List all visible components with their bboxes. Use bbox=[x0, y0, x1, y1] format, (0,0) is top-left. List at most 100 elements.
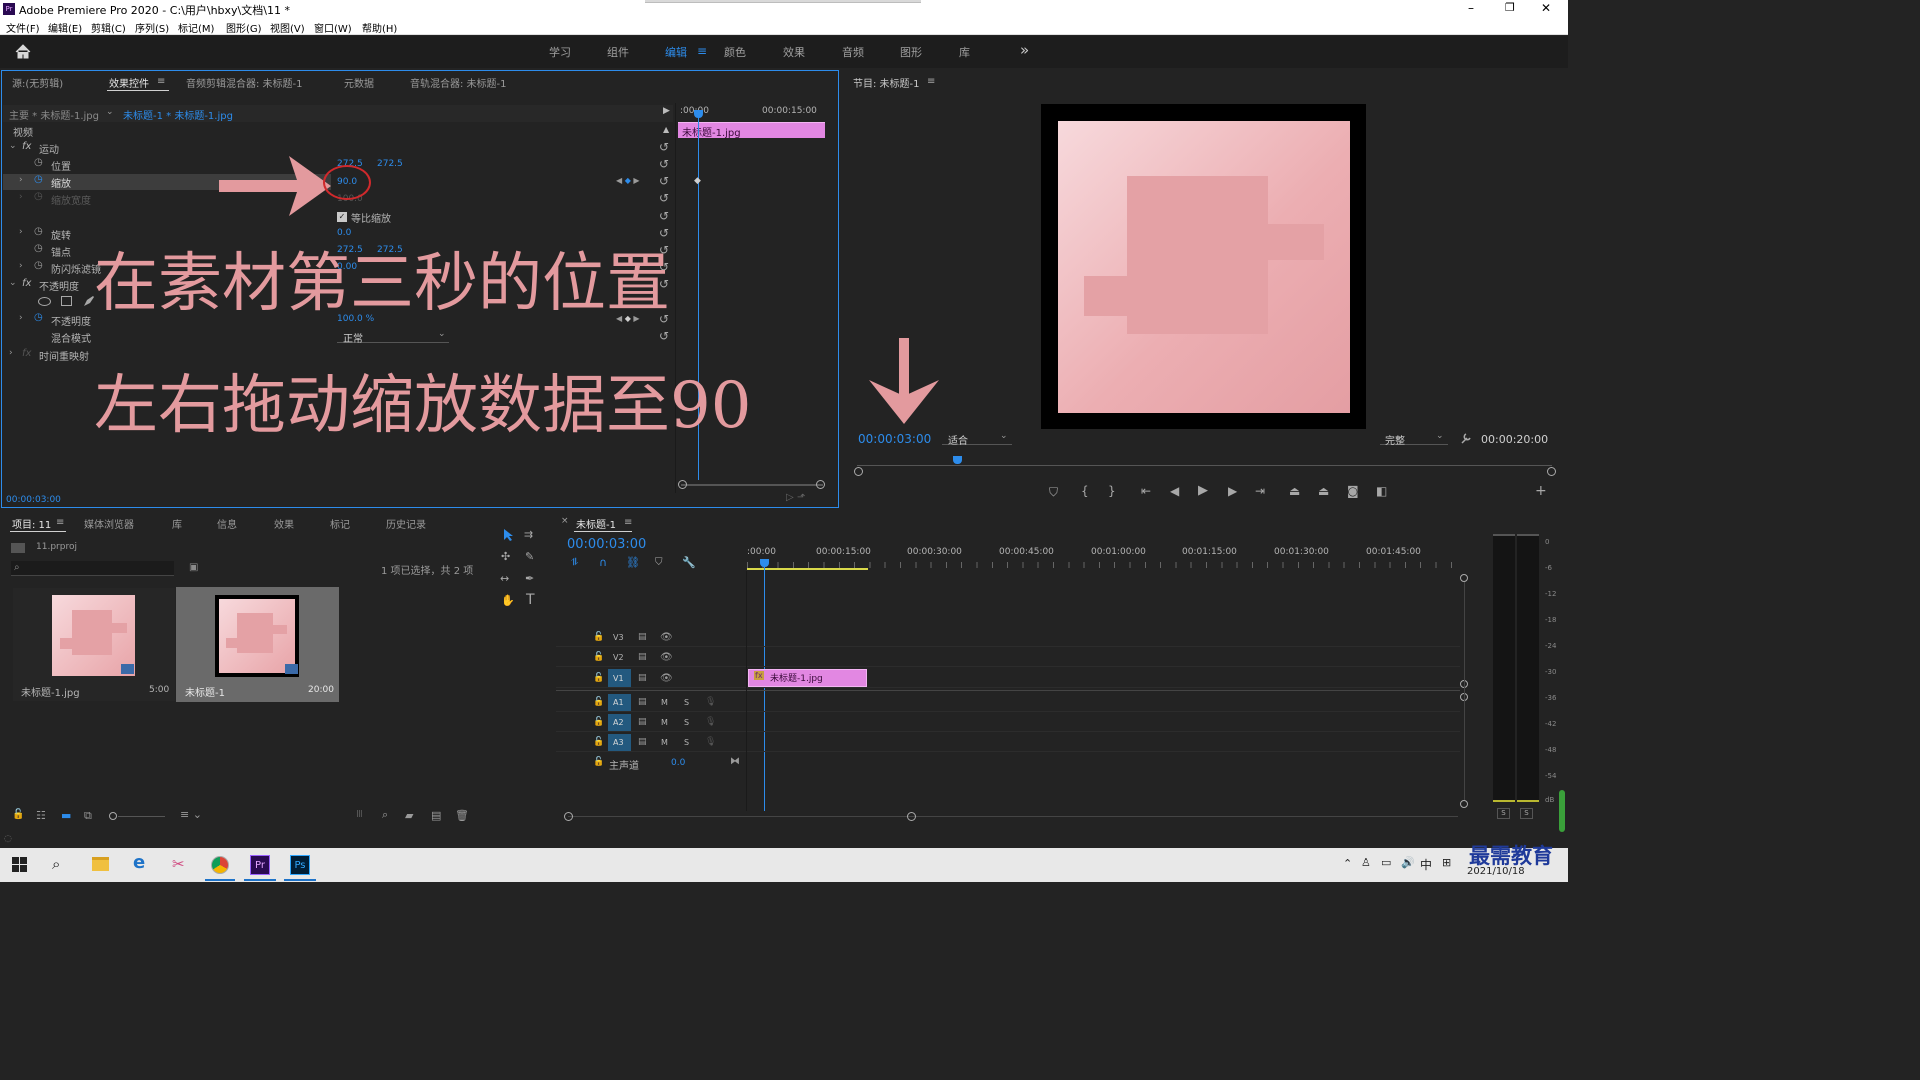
file-explorer-icon[interactable] bbox=[92, 857, 109, 871]
type-tool-icon[interactable]: T bbox=[526, 592, 535, 608]
ec-playhead-handle[interactable] bbox=[694, 110, 703, 118]
lift-icon[interactable]: ⏏ bbox=[1289, 484, 1300, 498]
uniform-scale-checkbox[interactable]: ✓ bbox=[337, 212, 347, 222]
rotation-value[interactable]: 0.0 bbox=[337, 228, 351, 238]
menu-window[interactable]: 窗口(W) bbox=[314, 20, 352, 35]
step-forward-icon[interactable]: ▶ bbox=[1228, 484, 1237, 498]
v3-sync-icon[interactable]: ▤ bbox=[638, 632, 647, 642]
a2-label[interactable]: A2 bbox=[613, 718, 624, 727]
linked-selection-icon[interactable]: ⛓ bbox=[626, 556, 640, 569]
stopwatch-position-icon[interactable]: ◷ bbox=[34, 157, 43, 168]
comparison-view-icon[interactable]: ◧ bbox=[1376, 484, 1387, 498]
new-search-bin-icon[interactable]: ▣ bbox=[189, 562, 198, 573]
slip-tool-icon[interactable]: ↔ bbox=[500, 572, 509, 585]
close-button[interactable]: ✕ bbox=[1541, 1, 1551, 15]
tab-effect-controls-menu-icon[interactable]: ≡ bbox=[157, 75, 165, 89]
tab-effect-controls[interactable]: 效果控件 bbox=[109, 75, 149, 90]
tray-keyboard-icon[interactable]: ⊞ bbox=[1442, 856, 1451, 869]
workspace-more-button[interactable]: » bbox=[1020, 41, 1029, 59]
tab-media-browser[interactable]: 媒体浏览器 bbox=[84, 516, 134, 531]
reset-scale-icon[interactable]: ↺ bbox=[659, 174, 669, 188]
position-y-value[interactable]: 272.5 bbox=[377, 159, 403, 169]
a3-mic-icon[interactable]: 🎙 bbox=[705, 737, 716, 747]
v2-eye-icon[interactable]: 👁 bbox=[660, 652, 673, 663]
timeline-playhead-line[interactable] bbox=[764, 567, 765, 811]
v1-sync-icon[interactable]: ▤ bbox=[638, 673, 647, 683]
scroll-up-icon[interactable]: ▲ bbox=[663, 125, 669, 134]
a1-mute[interactable]: M bbox=[661, 698, 668, 707]
reset-uniform-icon[interactable]: ↺ bbox=[659, 209, 669, 223]
a2-sync-icon[interactable]: ▤ bbox=[638, 717, 647, 727]
reset-position-icon[interactable]: ↺ bbox=[659, 157, 669, 171]
workspace-menu-icon[interactable]: ≡ bbox=[697, 44, 707, 58]
v2-lock-icon[interactable]: 🔓 bbox=[593, 652, 604, 662]
tab-audio-track-mixer[interactable]: 音轨混合器: 未标题-1 bbox=[410, 75, 507, 90]
timeline-menu-icon[interactable]: ≡ bbox=[624, 516, 632, 530]
fx-opacity-badge-icon[interactable]: fx bbox=[22, 278, 31, 289]
opacity-group-expander-icon[interactable]: ⌄ bbox=[9, 278, 17, 288]
tab-audio-clip-mixer[interactable]: 音频剪辑混合器: 未标题-1 bbox=[186, 75, 303, 90]
new-item-icon[interactable]: ▤ bbox=[431, 809, 441, 822]
work-area-bar[interactable] bbox=[747, 568, 868, 570]
razor-tool-icon[interactable]: ✎ bbox=[525, 550, 534, 563]
timeline-vscroll-track[interactable] bbox=[1464, 582, 1465, 800]
a3-lock-icon[interactable]: 🔓 bbox=[593, 737, 604, 747]
minimize-button[interactable]: – bbox=[1468, 1, 1474, 15]
home-icon[interactable] bbox=[15, 44, 31, 59]
program-scrub-bar[interactable] bbox=[857, 465, 1552, 466]
play-clip-arrow-icon[interactable]: ▶ bbox=[663, 106, 670, 116]
keyframe-diamond-icon[interactable]: ◆ bbox=[694, 176, 701, 186]
menu-graphics[interactable]: 图形(G) bbox=[226, 20, 262, 35]
workspace-libraries[interactable]: 库 bbox=[959, 44, 970, 60]
mark-out-icon[interactable]: } bbox=[1108, 484, 1116, 498]
workspace-effects[interactable]: 效果 bbox=[783, 44, 805, 60]
stopwatch-opacity-icon[interactable]: ◷ bbox=[34, 312, 43, 323]
list-view-icon[interactable]: ☷ bbox=[36, 809, 46, 822]
a1-sync-icon[interactable]: ▤ bbox=[638, 697, 647, 707]
tray-ime-label[interactable]: 中 bbox=[1420, 856, 1432, 873]
go-to-out-icon[interactable]: ⇥ bbox=[1255, 484, 1265, 498]
pen-tool-icon[interactable]: ✒ bbox=[525, 572, 534, 585]
master-end-icon[interactable]: ⧓ bbox=[730, 756, 740, 767]
motion-expander-icon[interactable]: ⌄ bbox=[9, 141, 17, 151]
tab-source[interactable]: 源:(无剪辑) bbox=[12, 75, 63, 90]
program-playhead[interactable] bbox=[953, 456, 962, 464]
menu-help[interactable]: 帮助(H) bbox=[362, 20, 397, 35]
stopwatch-rotation-icon[interactable]: ◷ bbox=[34, 226, 43, 237]
timeline-marker-icon[interactable]: ⛉ bbox=[655, 557, 663, 568]
tab-effects[interactable]: 效果 bbox=[274, 516, 294, 531]
extract-icon[interactable]: ⏏ bbox=[1318, 484, 1329, 498]
button-editor-icon[interactable]: + bbox=[1535, 484, 1547, 498]
a2-mic-icon[interactable]: 🎙 bbox=[705, 717, 716, 727]
tray-volume-icon[interactable]: 🔊 bbox=[1401, 856, 1415, 869]
timeline-timecode[interactable]: 00:00:03:00 bbox=[567, 537, 646, 552]
menu-view[interactable]: 视图(V) bbox=[270, 20, 305, 35]
ec-timecode[interactable]: 00:00:03:00 bbox=[6, 495, 61, 505]
export-frame-icon[interactable]: ◙ bbox=[1347, 484, 1359, 498]
quality-chevron-down-icon[interactable]: ⌄ bbox=[1436, 431, 1444, 441]
tab-project[interactable]: 项目: 11 bbox=[12, 516, 51, 531]
go-to-in-icon[interactable]: ⇤ bbox=[1141, 484, 1151, 498]
a3-label[interactable]: A3 bbox=[613, 738, 624, 747]
timeline-tab[interactable]: 未标题-1 bbox=[576, 516, 616, 531]
chrome-icon[interactable] bbox=[211, 856, 229, 874]
project-search-input[interactable] bbox=[11, 561, 174, 576]
premiere-taskbar-icon[interactable]: Pr bbox=[250, 855, 270, 875]
v1-eye-icon[interactable]: 👁 bbox=[660, 673, 673, 684]
menu-clip[interactable]: 剪辑(C) bbox=[91, 20, 126, 35]
v1-lock-icon[interactable]: 🔓 bbox=[593, 673, 604, 683]
program-timecode[interactable]: 00:00:03:00 bbox=[858, 432, 931, 446]
menu-sequence[interactable]: 序列(S) bbox=[135, 20, 169, 35]
stopwatch-flicker-icon[interactable]: ◷ bbox=[34, 260, 43, 271]
program-monitor-title[interactable]: 节目: 未标题-1 bbox=[853, 75, 920, 90]
program-zoom-right[interactable] bbox=[1547, 467, 1556, 476]
chevron-down-icon[interactable]: ⌄ bbox=[106, 107, 114, 117]
selection-tool-icon[interactable] bbox=[503, 528, 515, 542]
a1-solo[interactable]: S bbox=[684, 698, 689, 707]
master-lock-icon[interactable]: 🔓 bbox=[593, 757, 604, 767]
ec-export-icons[interactable]: ▷ ⬏ bbox=[786, 492, 805, 503]
workspace-audio[interactable]: 音频 bbox=[842, 44, 864, 60]
new-bin-icon[interactable]: ▰ bbox=[405, 809, 413, 822]
rectangle-mask-icon[interactable] bbox=[61, 296, 72, 306]
a1-lock-icon[interactable]: 🔓 bbox=[593, 697, 604, 707]
